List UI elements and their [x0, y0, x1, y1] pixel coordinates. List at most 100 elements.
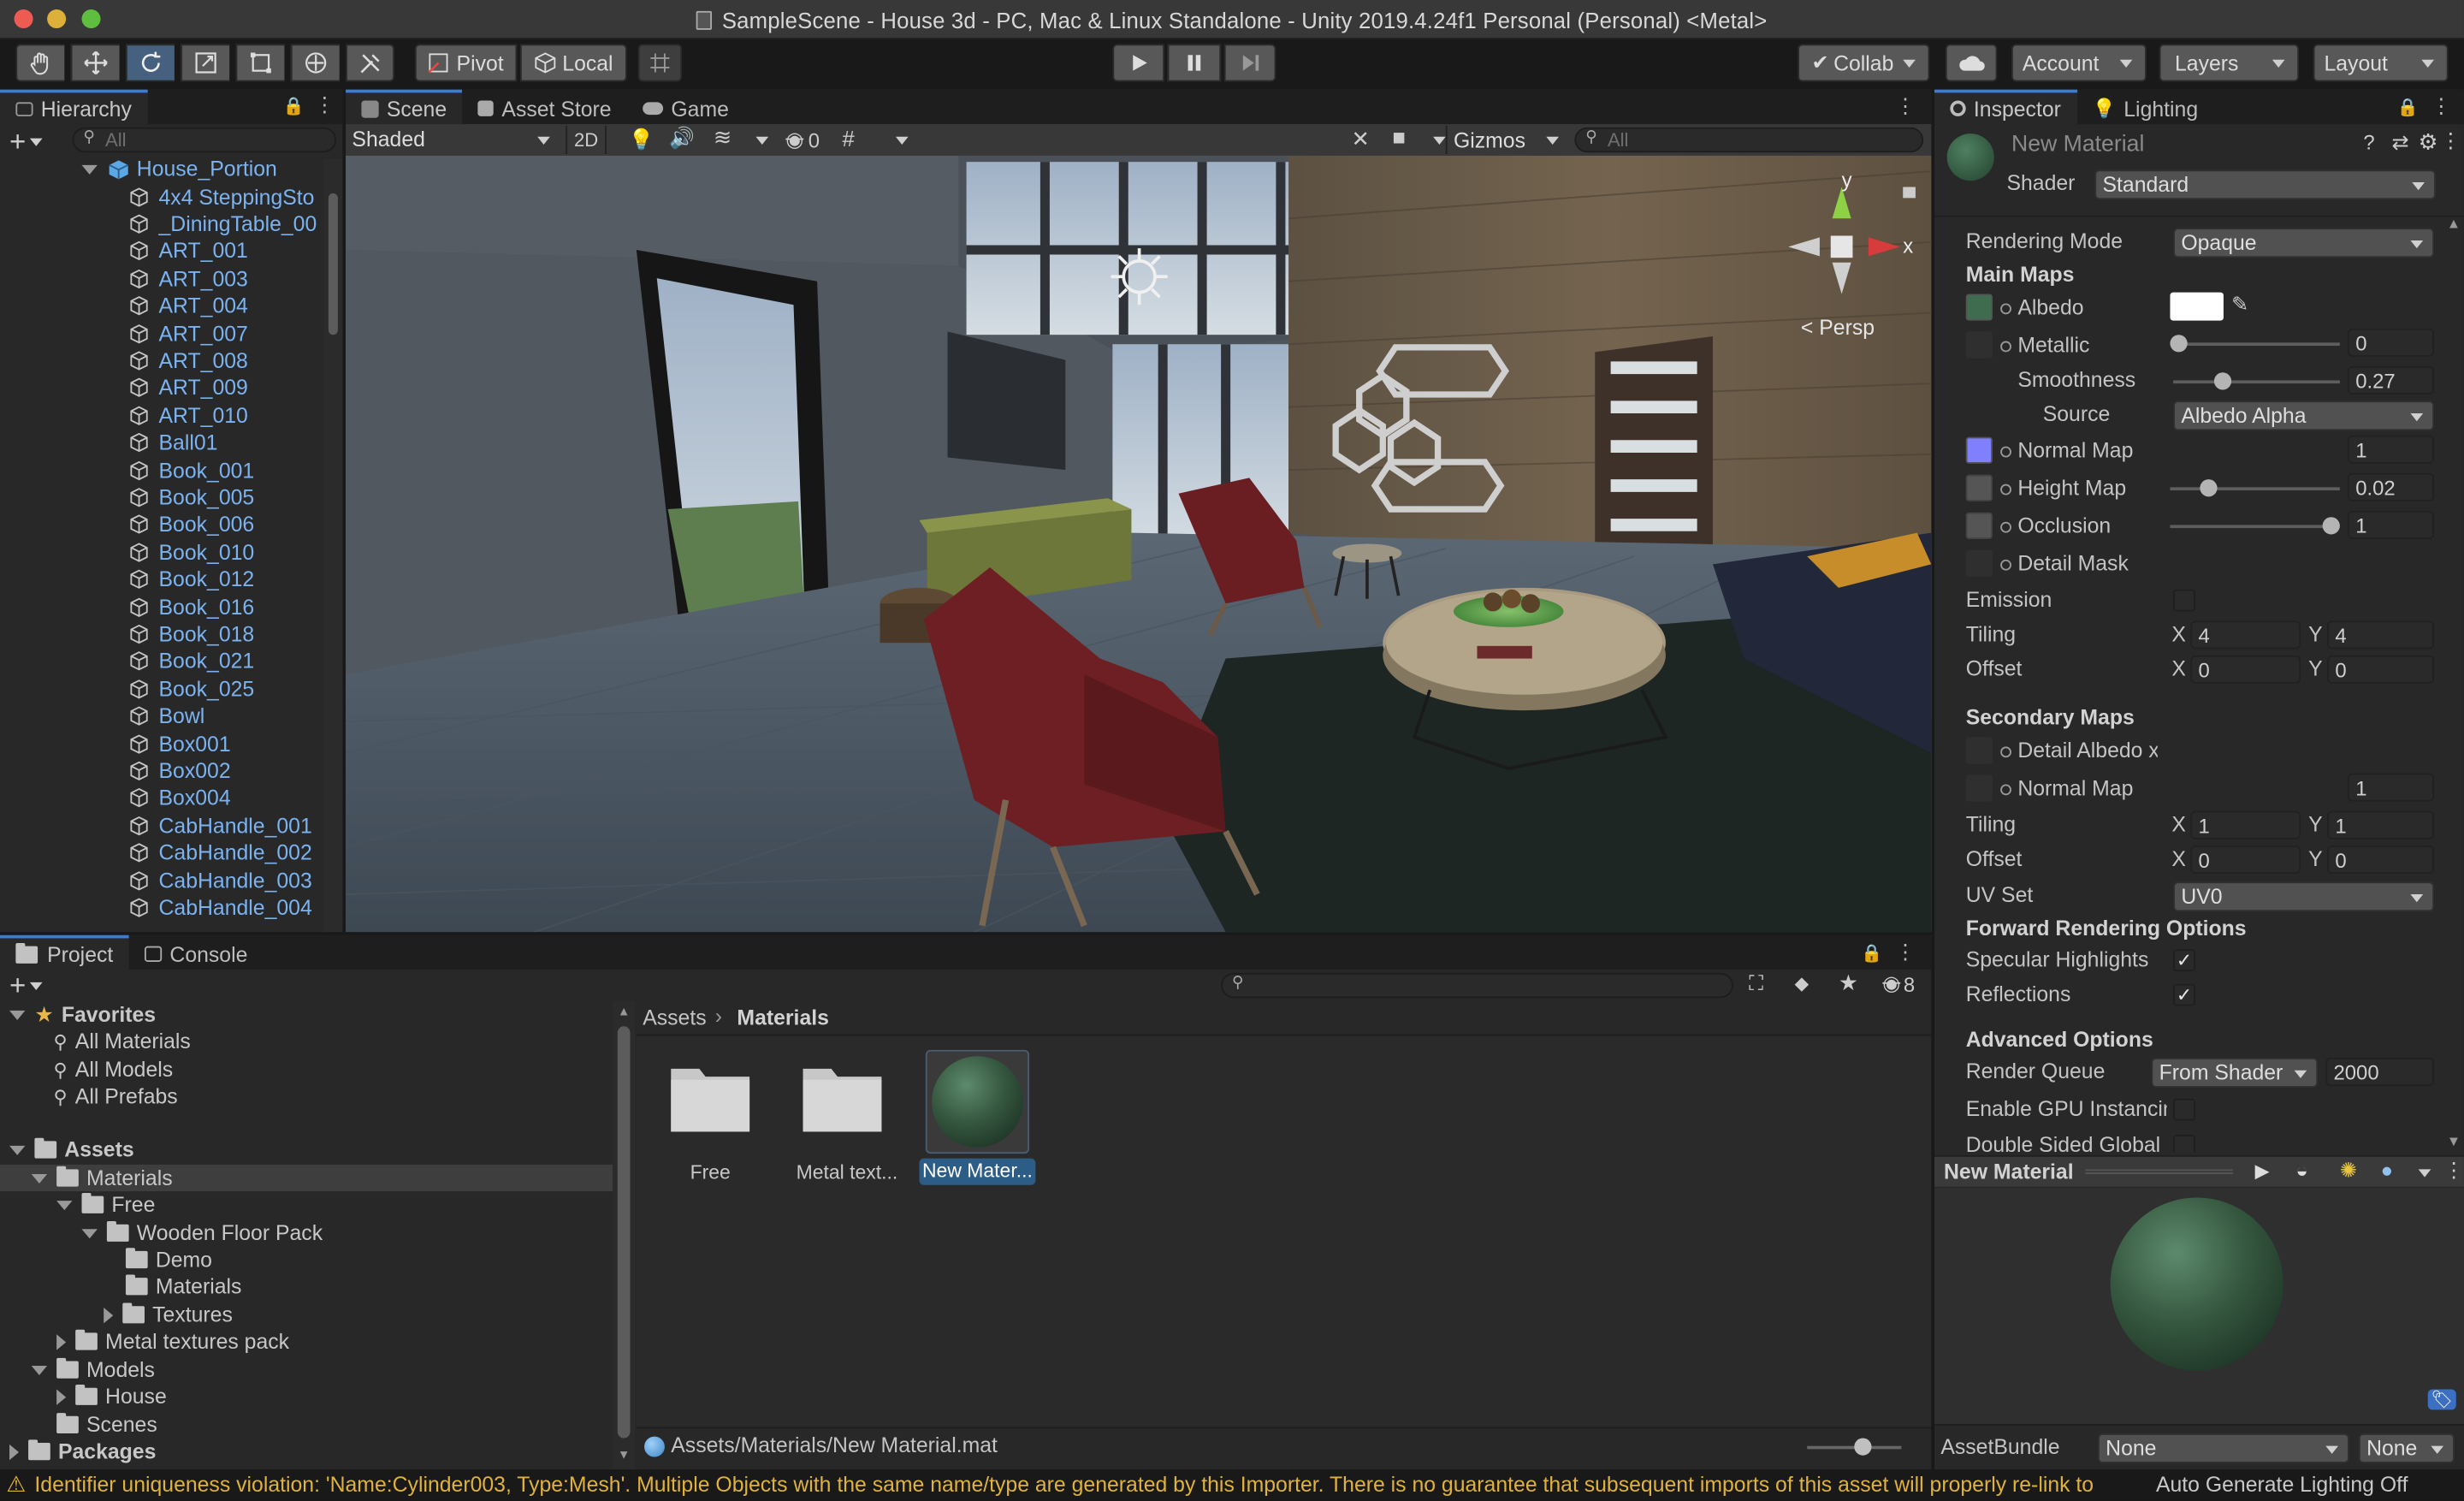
emission-checkbox[interactable] — [2173, 589, 2195, 612]
hierarchy-item[interactable]: CabHandle_003 — [129, 867, 343, 894]
tiling2-x-field[interactable]: 1 — [2190, 810, 2301, 839]
material-preview[interactable]: 🏷 — [1934, 1188, 2464, 1433]
layers-dropdown[interactable]: Layers — [2159, 44, 2300, 82]
cloud-button[interactable] — [1945, 44, 1998, 82]
hierarchy-item[interactable]: Book_016 — [129, 593, 343, 620]
hierarchy-item[interactable]: Book_006 — [129, 511, 343, 538]
hidden-objects-toggle[interactable]: ◉ 0 — [785, 128, 820, 152]
tree-favorites[interactable]: ★ Favorites — [9, 1001, 156, 1029]
audio-toggle-icon[interactable]: 🔊 — [669, 126, 695, 151]
console-message[interactable]: Identifier uniqueness violation: 'Name:C… — [34, 1473, 2140, 1497]
eyedropper-icon[interactable]: ✎ — [2231, 293, 2248, 317]
asset-folder-free[interactable]: Free — [668, 1059, 766, 1185]
tree-materials-sub[interactable]: Materials — [125, 1273, 241, 1301]
scene-search-input[interactable]: ⚲ All — [1574, 127, 1924, 153]
tab-inspector[interactable]: Inspector — [1934, 89, 2077, 125]
lock-icon[interactable]: 🔒 — [2397, 97, 2419, 117]
inspector-scrollbar[interactable]: ▲ ▼ — [2443, 216, 2464, 1153]
scrollbar-thumb[interactable] — [328, 193, 338, 335]
project-search-input[interactable]: ⚲ — [1221, 972, 1733, 999]
occlusion-field[interactable]: 1 — [2348, 510, 2435, 539]
specular-highlights-checkbox[interactable]: ✓ — [2173, 949, 2195, 972]
move-tool-button[interactable] — [70, 44, 120, 82]
effects-icon[interactable]: ≋ — [714, 124, 732, 151]
tree-demo[interactable]: Demo — [125, 1246, 212, 1273]
uv-set-dropdown[interactable]: UV0 — [2173, 881, 2435, 912]
hierarchy-item[interactable]: Book_012 — [129, 566, 343, 593]
favorite-star-icon[interactable]: ★ — [1839, 970, 1858, 996]
collab-dropdown[interactable]: ✔ Collab — [1798, 44, 1930, 82]
normal-map-texture-slot[interactable] — [1965, 436, 1993, 464]
hierarchy-item[interactable]: CabHandle_004 — [129, 894, 343, 922]
rendering-mode-dropdown[interactable]: Opaque — [2173, 228, 2435, 258]
render-queue-dropdown[interactable]: From Shader — [2151, 1058, 2319, 1088]
height-map-slider-handle[interactable] — [2200, 479, 2218, 497]
local-toggle[interactable]: Local — [519, 44, 627, 82]
hierarchy-item[interactable]: 4x4 SteppingSto — [129, 183, 343, 211]
hierarchy-item[interactable]: Box002 — [129, 757, 343, 785]
tree-packages[interactable]: Packages — [9, 1438, 156, 1465]
hierarchy-scrollbar[interactable] — [323, 158, 343, 933]
hierarchy-item[interactable]: ART_007 — [129, 320, 343, 347]
hierarchy-item-partial[interactable] — [129, 922, 343, 933]
detail-albedo-texture-slot[interactable] — [1965, 737, 1993, 764]
tab-game[interactable]: Game — [627, 90, 744, 124]
hierarchy-item[interactable]: ART_008 — [129, 347, 343, 375]
tab-asset-store[interactable]: Asset Store — [463, 90, 627, 124]
projection-toggle[interactable]: < Persp — [1801, 316, 1875, 340]
reflections-checkbox[interactable]: ✓ — [2173, 983, 2195, 1006]
metallic-texture-slot[interactable] — [1965, 331, 1993, 359]
play-button[interactable] — [1112, 44, 1164, 82]
create-button[interactable]: + — [9, 126, 42, 159]
object-picker-icon[interactable] — [2000, 521, 2011, 533]
project-tree-scrollbar[interactable]: ▲ ▼ — [613, 1000, 636, 1470]
preview-shape-icon[interactable]: ◒ — [2295, 1159, 2307, 1183]
scrollbar-thumb[interactable] — [617, 1026, 631, 1439]
search-by-type-icon[interactable]: ⛶ — [1749, 971, 1763, 996]
albedo-texture-slot[interactable] — [1965, 294, 1993, 321]
rotate-tool-button[interactable] — [125, 44, 175, 82]
asset-new-material[interactable]: New Mater... — [919, 1049, 1036, 1185]
tiling-x-field[interactable]: 4 — [2190, 620, 2301, 650]
hierarchy-item[interactable]: _DiningTable_00 — [129, 211, 343, 238]
tag-icon[interactable]: 🏷 — [2427, 1389, 2456, 1410]
hierarchy-item[interactable]: ART_009 — [129, 374, 343, 401]
hierarchy-item[interactable]: CabHandle_002 — [129, 839, 343, 867]
object-picker-icon[interactable] — [2000, 746, 2011, 758]
height-map-field[interactable]: 0.02 — [2348, 472, 2435, 501]
occlusion-texture-slot[interactable] — [1965, 512, 1993, 539]
scale-tool-button[interactable] — [181, 44, 230, 82]
gizmos-dropdown[interactable]: Gizmos — [1445, 125, 1532, 154]
occlusion-slider[interactable] — [2170, 525, 2340, 529]
scroll-up-icon[interactable]: ▲ — [2447, 216, 2461, 231]
tree-free[interactable]: Free — [56, 1191, 155, 1219]
rect-tool-button[interactable] — [235, 44, 285, 82]
tiling-y-field[interactable]: 4 — [2327, 620, 2435, 650]
hand-tool-button[interactable] — [15, 44, 65, 82]
tree-assets[interactable]: Assets — [9, 1136, 134, 1164]
hierarchy-item[interactable]: CabHandle_001 — [129, 812, 343, 839]
favorite-all-models[interactable]: ⚲ All Models — [53, 1056, 173, 1083]
object-picker-icon[interactable] — [2000, 484, 2011, 495]
hierarchy-item[interactable]: ART_004 — [129, 293, 343, 320]
asset-bundle-dropdown[interactable]: None — [2097, 1433, 2349, 1463]
hierarchy-item[interactable]: ART_003 — [129, 265, 343, 293]
hierarchy-item[interactable]: Book_018 — [129, 620, 343, 648]
metallic-field[interactable]: 0 — [2348, 328, 2435, 357]
asset-folder-metal-textures[interactable]: Metal text... — [797, 1059, 897, 1185]
preview-light-icon[interactable]: ✺ — [2340, 1159, 2357, 1184]
shading-mode-dropdown[interactable]: Shaded — [352, 128, 550, 151]
detail-mask-texture-slot[interactable] — [1965, 549, 1993, 578]
play-preview-icon[interactable]: ▶ — [2255, 1160, 2270, 1182]
detail-normal-map-texture-slot[interactable] — [1965, 774, 1993, 802]
hierarchy-item[interactable]: Box001 — [129, 730, 343, 757]
offset-x-field[interactable]: 0 — [2190, 655, 2301, 684]
tab-scene[interactable]: Scene — [346, 89, 463, 125]
hierarchy-search-input[interactable]: ⚲ All — [72, 127, 337, 153]
tree-house[interactable]: House — [56, 1383, 167, 1410]
scroll-down-icon[interactable]: ▼ — [618, 1448, 631, 1462]
create-asset-button[interactable]: + — [9, 970, 42, 1003]
tiling2-y-field[interactable]: 1 — [2327, 810, 2435, 839]
tree-item-root[interactable]: House_Portion — [81, 156, 343, 183]
grid-icon[interactable]: # — [842, 126, 854, 151]
